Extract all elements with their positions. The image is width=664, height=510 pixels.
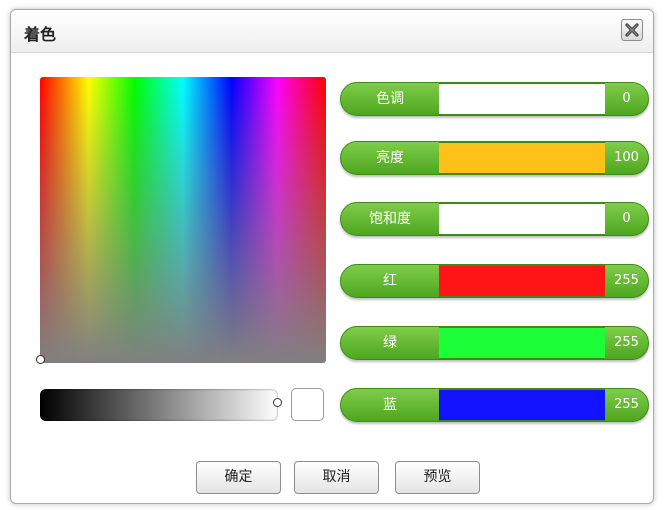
- luminance-handle[interactable]: [273, 398, 282, 407]
- dialog-titlebar: 着色: [11, 10, 653, 53]
- blue-value: 255: [614, 397, 639, 412]
- blue-track[interactable]: [439, 389, 605, 421]
- brightness-label: 亮度: [376, 150, 404, 166]
- red-label: 红: [383, 273, 397, 289]
- brightness-slider: 亮度 100: [340, 141, 649, 175]
- brightness-track[interactable]: [439, 142, 605, 174]
- hue-track[interactable]: [439, 83, 605, 115]
- saturation-slider: 饱和度 0: [340, 202, 649, 236]
- green-track[interactable]: [439, 327, 605, 359]
- brightness-value: 100: [614, 150, 639, 165]
- red-slider: 红 255: [340, 264, 649, 298]
- blue-slider: 蓝 255: [340, 388, 649, 422]
- color-palette[interactable]: [40, 77, 326, 363]
- saturation-value: 0: [622, 211, 631, 226]
- color-preview-swatch: [291, 388, 324, 421]
- hue-value: 0: [622, 91, 631, 106]
- dialog-title: 着色: [24, 25, 57, 44]
- blue-label: 蓝: [383, 397, 397, 413]
- close-button[interactable]: [621, 19, 643, 41]
- hue-label: 色调: [376, 91, 404, 107]
- close-x-icon: [625, 23, 639, 37]
- luminance-gradient-bar[interactable]: [40, 389, 278, 421]
- cancel-button[interactable]: 取消: [294, 461, 379, 494]
- saturation-label: 饱和度: [369, 211, 411, 227]
- green-value: 255: [614, 335, 639, 350]
- preview-button[interactable]: 预览: [395, 461, 480, 494]
- palette-picker-handle[interactable]: [36, 355, 45, 364]
- red-value: 255: [614, 273, 639, 288]
- colorize-dialog: 着色 色调 0 亮度 100 饱和度 0 红 255 绿 255 蓝 255 确…: [10, 9, 654, 504]
- green-label: 绿: [383, 335, 397, 351]
- ok-button[interactable]: 确定: [196, 461, 281, 494]
- hue-slider: 色调 0: [340, 82, 649, 116]
- saturation-track[interactable]: [439, 203, 605, 235]
- red-track[interactable]: [439, 265, 605, 297]
- green-slider: 绿 255: [340, 326, 649, 360]
